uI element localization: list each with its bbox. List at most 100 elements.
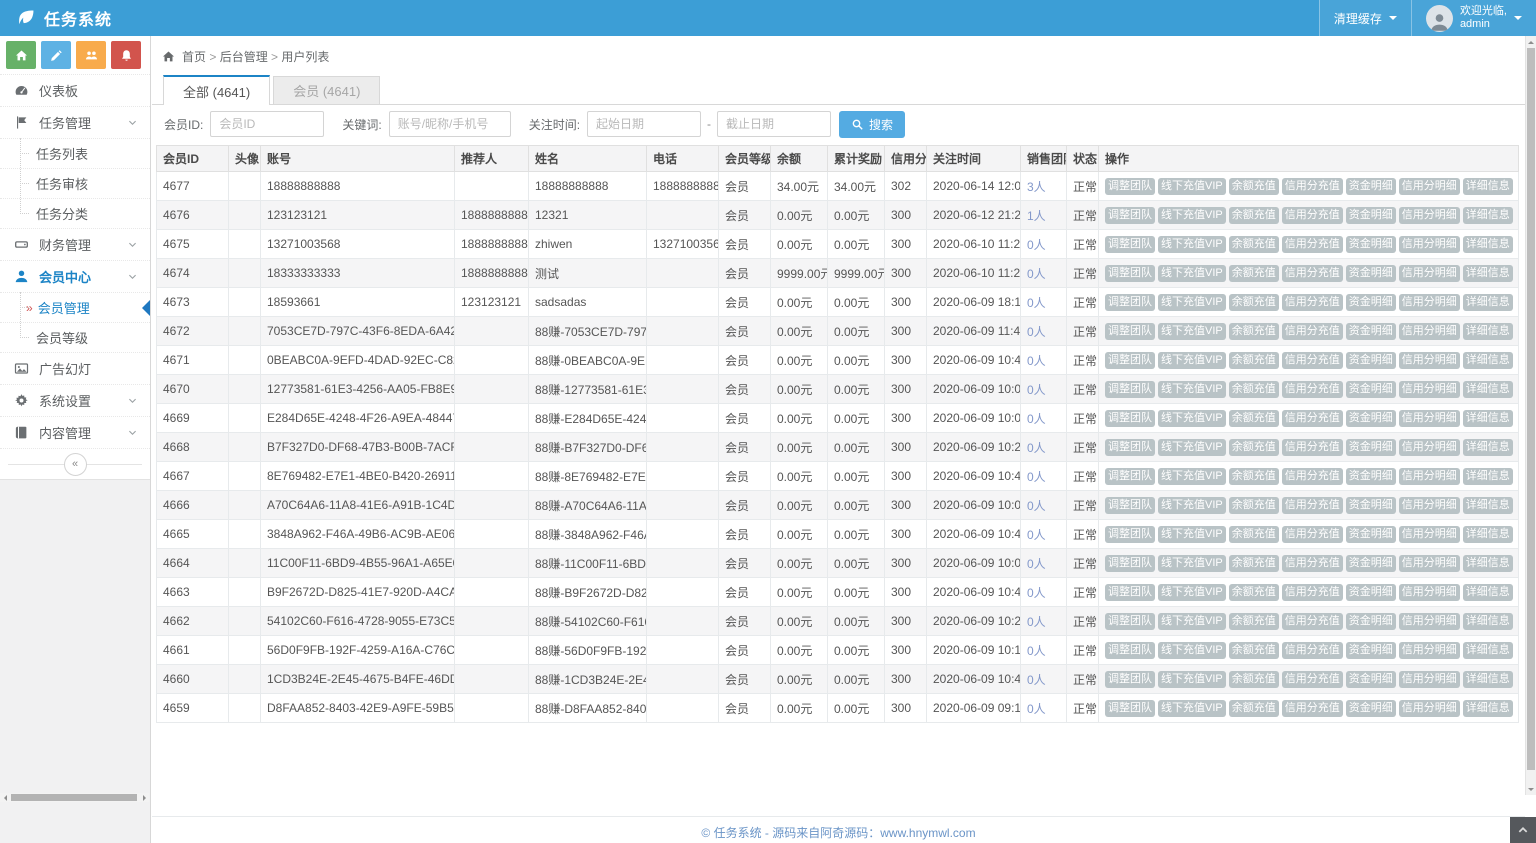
team-link[interactable]: 0人 bbox=[1027, 325, 1046, 339]
action-balance-recharge[interactable]: 余额充值 bbox=[1229, 584, 1279, 601]
sidebar-item-dashboard[interactable]: 仪表板 bbox=[0, 74, 150, 106]
footer-link[interactable]: www.hnymwl.com bbox=[880, 826, 975, 840]
team-link[interactable]: 0人 bbox=[1027, 702, 1046, 716]
breadcrumb-item[interactable]: 首页 bbox=[182, 50, 206, 64]
user-menu-button[interactable]: 欢迎光临, admin bbox=[1411, 0, 1536, 36]
action-adjust-team[interactable]: 调整团队 bbox=[1105, 497, 1155, 514]
tab-member[interactable]: 会员 (4641) bbox=[273, 76, 380, 104]
action-funds-detail[interactable]: 资金明细 bbox=[1346, 613, 1396, 630]
scroll-up-arrow-icon[interactable] bbox=[1526, 36, 1536, 47]
action-credit-detail[interactable]: 信用分明细 bbox=[1399, 584, 1460, 601]
action-credit-detail[interactable]: 信用分明细 bbox=[1399, 526, 1460, 543]
action-funds-detail[interactable]: 资金明细 bbox=[1346, 671, 1396, 688]
action-offline-recharge-vip[interactable]: 线下充值VIP bbox=[1158, 700, 1226, 717]
action-balance-recharge[interactable]: 余额充值 bbox=[1229, 468, 1279, 485]
action-detail-info[interactable]: 详细信息 bbox=[1463, 555, 1513, 572]
action-offline-recharge-vip[interactable]: 线下充值VIP bbox=[1158, 265, 1226, 282]
action-adjust-team[interactable]: 调整团队 bbox=[1105, 207, 1155, 224]
sidebar-item-task-list[interactable]: 任务列表 bbox=[0, 138, 150, 168]
action-balance-recharge[interactable]: 余额充值 bbox=[1229, 700, 1279, 717]
action-credit-recharge[interactable]: 信用分充值 bbox=[1282, 468, 1343, 485]
action-credit-recharge[interactable]: 信用分充值 bbox=[1282, 555, 1343, 572]
member-id-input[interactable] bbox=[210, 111, 324, 137]
team-link[interactable]: 0人 bbox=[1027, 557, 1046, 571]
action-credit-recharge[interactable]: 信用分充值 bbox=[1282, 700, 1343, 717]
action-offline-recharge-vip[interactable]: 线下充值VIP bbox=[1158, 294, 1226, 311]
sidebar-item-member-manage[interactable]: »会员管理 bbox=[0, 292, 150, 322]
action-balance-recharge[interactable]: 余额充值 bbox=[1229, 265, 1279, 282]
team-link[interactable]: 0人 bbox=[1027, 470, 1046, 484]
action-detail-info[interactable]: 详细信息 bbox=[1463, 671, 1513, 688]
action-detail-info[interactable]: 详细信息 bbox=[1463, 642, 1513, 659]
action-credit-detail[interactable]: 信用分明细 bbox=[1399, 178, 1460, 195]
action-credit-recharge[interactable]: 信用分充值 bbox=[1282, 642, 1343, 659]
action-funds-detail[interactable]: 资金明细 bbox=[1346, 381, 1396, 398]
action-balance-recharge[interactable]: 余额充值 bbox=[1229, 381, 1279, 398]
action-offline-recharge-vip[interactable]: 线下充值VIP bbox=[1158, 439, 1226, 456]
sidebar-item-finance[interactable]: 财务管理 bbox=[0, 228, 150, 260]
team-link[interactable]: 0人 bbox=[1027, 615, 1046, 629]
action-funds-detail[interactable]: 资金明细 bbox=[1346, 207, 1396, 224]
action-detail-info[interactable]: 详细信息 bbox=[1463, 323, 1513, 340]
action-adjust-team[interactable]: 调整团队 bbox=[1105, 265, 1155, 282]
action-adjust-team[interactable]: 调整团队 bbox=[1105, 439, 1155, 456]
action-funds-detail[interactable]: 资金明细 bbox=[1346, 323, 1396, 340]
action-credit-recharge[interactable]: 信用分充值 bbox=[1282, 178, 1343, 195]
action-credit-detail[interactable]: 信用分明细 bbox=[1399, 294, 1460, 311]
action-balance-recharge[interactable]: 余额充值 bbox=[1229, 410, 1279, 427]
action-credit-detail[interactable]: 信用分明细 bbox=[1399, 381, 1460, 398]
action-offline-recharge-vip[interactable]: 线下充值VIP bbox=[1158, 323, 1226, 340]
action-credit-detail[interactable]: 信用分明细 bbox=[1399, 439, 1460, 456]
action-credit-recharge[interactable]: 信用分充值 bbox=[1282, 207, 1343, 224]
vertical-scrollbar-thumb[interactable] bbox=[1527, 48, 1535, 770]
action-offline-recharge-vip[interactable]: 线下充值VIP bbox=[1158, 352, 1226, 369]
action-balance-recharge[interactable]: 余额充值 bbox=[1229, 207, 1279, 224]
keyword-input[interactable] bbox=[389, 111, 511, 137]
action-detail-info[interactable]: 详细信息 bbox=[1463, 207, 1513, 224]
action-credit-recharge[interactable]: 信用分充值 bbox=[1282, 294, 1343, 311]
action-funds-detail[interactable]: 资金明细 bbox=[1346, 178, 1396, 195]
action-funds-detail[interactable]: 资金明细 bbox=[1346, 439, 1396, 456]
action-adjust-team[interactable]: 调整团队 bbox=[1105, 323, 1155, 340]
action-credit-detail[interactable]: 信用分明细 bbox=[1399, 410, 1460, 427]
action-credit-recharge[interactable]: 信用分充值 bbox=[1282, 410, 1343, 427]
action-credit-detail[interactable]: 信用分明细 bbox=[1399, 555, 1460, 572]
action-credit-recharge[interactable]: 信用分充值 bbox=[1282, 584, 1343, 601]
action-offline-recharge-vip[interactable]: 线下充值VIP bbox=[1158, 584, 1226, 601]
action-detail-info[interactable]: 详细信息 bbox=[1463, 439, 1513, 456]
scroll-left-arrow-icon[interactable] bbox=[0, 793, 9, 802]
action-adjust-team[interactable]: 调整团队 bbox=[1105, 352, 1155, 369]
action-credit-detail[interactable]: 信用分明细 bbox=[1399, 207, 1460, 224]
action-funds-detail[interactable]: 资金明细 bbox=[1346, 265, 1396, 282]
sidebar-item-task-audit[interactable]: 任务审核 bbox=[0, 168, 150, 198]
sidebar-item-member[interactable]: 会员中心 bbox=[0, 260, 150, 292]
action-funds-detail[interactable]: 资金明细 bbox=[1346, 294, 1396, 311]
action-detail-info[interactable]: 详细信息 bbox=[1463, 497, 1513, 514]
sidebar-item-member-level[interactable]: 会员等级 bbox=[0, 322, 150, 352]
action-offline-recharge-vip[interactable]: 线下充值VIP bbox=[1158, 613, 1226, 630]
action-adjust-team[interactable]: 调整团队 bbox=[1105, 526, 1155, 543]
action-detail-info[interactable]: 详细信息 bbox=[1463, 613, 1513, 630]
quick-button-notice[interactable] bbox=[111, 41, 141, 69]
action-credit-detail[interactable]: 信用分明细 bbox=[1399, 265, 1460, 282]
team-link[interactable]: 3人 bbox=[1027, 180, 1046, 194]
action-adjust-team[interactable]: 调整团队 bbox=[1105, 410, 1155, 427]
back-to-top-button[interactable] bbox=[1510, 817, 1536, 843]
action-adjust-team[interactable]: 调整团队 bbox=[1105, 700, 1155, 717]
action-adjust-team[interactable]: 调整团队 bbox=[1105, 671, 1155, 688]
action-detail-info[interactable]: 详细信息 bbox=[1463, 236, 1513, 253]
action-adjust-team[interactable]: 调整团队 bbox=[1105, 178, 1155, 195]
action-adjust-team[interactable]: 调整团队 bbox=[1105, 468, 1155, 485]
action-offline-recharge-vip[interactable]: 线下充值VIP bbox=[1158, 642, 1226, 659]
action-credit-recharge[interactable]: 信用分充值 bbox=[1282, 526, 1343, 543]
team-link[interactable]: 0人 bbox=[1027, 354, 1046, 368]
end-date-input[interactable] bbox=[717, 111, 831, 137]
sidebar-collapse-button[interactable]: « bbox=[64, 453, 87, 476]
action-funds-detail[interactable]: 资金明细 bbox=[1346, 584, 1396, 601]
action-offline-recharge-vip[interactable]: 线下充值VIP bbox=[1158, 410, 1226, 427]
action-credit-detail[interactable]: 信用分明细 bbox=[1399, 700, 1460, 717]
action-funds-detail[interactable]: 资金明细 bbox=[1346, 700, 1396, 717]
sidebar-item-content[interactable]: 内容管理 bbox=[0, 416, 150, 448]
action-funds-detail[interactable]: 资金明细 bbox=[1346, 236, 1396, 253]
action-adjust-team[interactable]: 调整团队 bbox=[1105, 555, 1155, 572]
